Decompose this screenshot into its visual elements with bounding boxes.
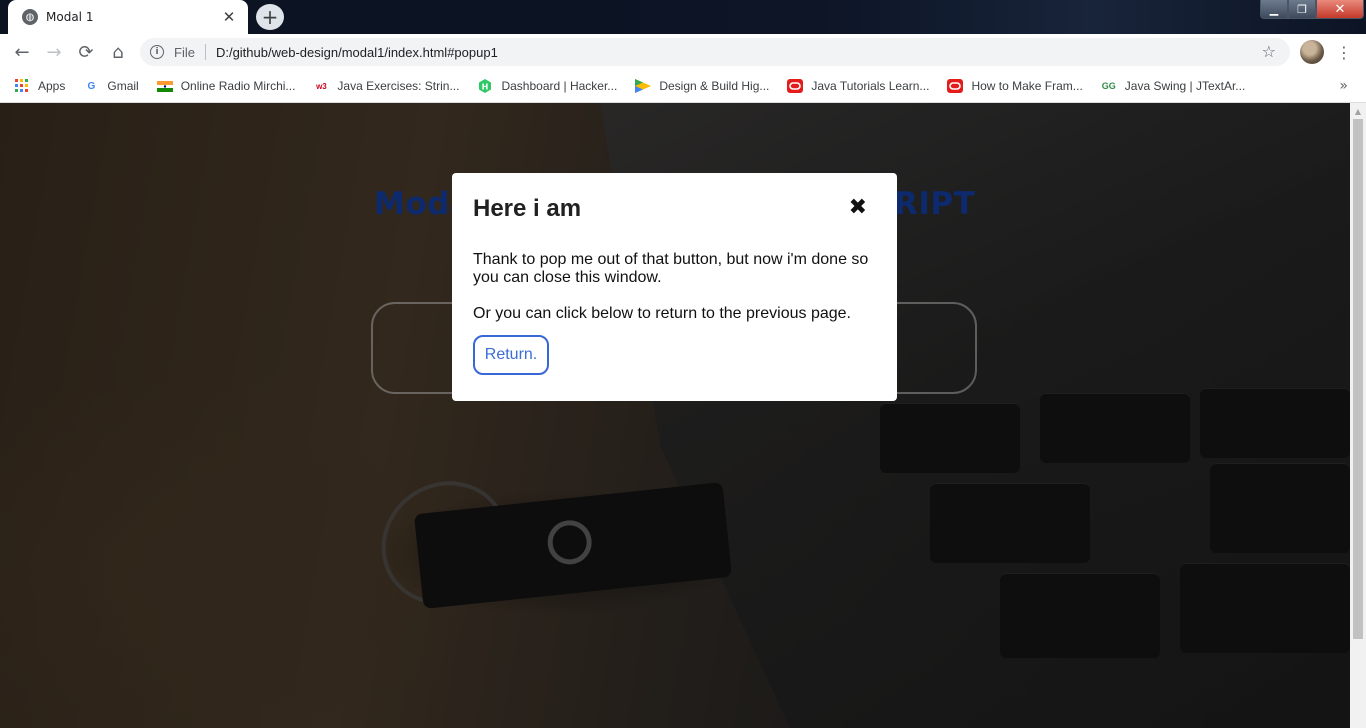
tab-title: Modal 1 xyxy=(46,10,94,24)
address-bar[interactable]: i File D:/github/web-design/modal1/index… xyxy=(140,38,1290,66)
bookmark-apps[interactable]: Apps xyxy=(14,79,65,93)
apps-grid-icon xyxy=(14,79,30,93)
minimize-window-button[interactable]: ▁ xyxy=(1260,0,1288,19)
w3resource-icon: w3 xyxy=(316,81,327,91)
bookmark-label: Dashboard | Hacker... xyxy=(501,79,618,93)
site-info-icon[interactable]: i xyxy=(150,45,164,59)
modal-title: Here i am xyxy=(473,195,582,222)
oracle-icon xyxy=(947,79,964,93)
browser-toolbar: ← → ⟳ ⌂ i File D:/github/web-design/moda… xyxy=(0,34,1366,70)
profile-avatar[interactable] xyxy=(1300,40,1324,64)
svg-text:H: H xyxy=(482,83,489,92)
bookmark-label: Apps xyxy=(38,79,66,93)
browser-title-bar: ◍ Modal 1 ✕ + ▁ ❐ ✕ xyxy=(0,0,1366,34)
close-window-button[interactable]: ✕ xyxy=(1316,0,1364,19)
bookmarks-overflow-icon[interactable]: » xyxy=(1339,78,1348,94)
google-g-icon: G xyxy=(87,80,96,92)
modal-paragraph: Or you can click below to return to the … xyxy=(473,305,851,322)
page-heading-right: RIPT xyxy=(894,186,976,222)
bookmark-label: Design & Build Hig... xyxy=(659,79,770,93)
page-scrollbar[interactable]: ▲ xyxy=(1350,103,1366,728)
bookmark-label: Online Radio Mirchi... xyxy=(180,79,296,93)
bookmark-gmail[interactable]: G Gmail xyxy=(83,79,138,93)
oracle-icon xyxy=(787,79,804,93)
address-divider xyxy=(204,44,206,60)
bookmark-label: How to Make Fram... xyxy=(971,79,1083,93)
modal-paragraph: Thank to pop me out of that button, but … xyxy=(473,251,869,286)
bookmark-java-swing[interactable]: GG Java Swing | JTextAr... xyxy=(1101,79,1246,93)
new-tab-button[interactable]: + xyxy=(256,4,284,30)
google-ads-icon xyxy=(635,79,652,93)
scrollbar-thumb[interactable] xyxy=(1353,119,1363,639)
tab-close-icon[interactable]: ✕ xyxy=(220,8,238,26)
bookmark-label: Java Swing | JTextAr... xyxy=(1124,79,1246,93)
back-arrow-icon[interactable]: ← xyxy=(10,40,34,64)
geeksforgeeks-icon: GG xyxy=(1101,81,1116,91)
home-icon[interactable]: ⌂ xyxy=(106,40,130,64)
scroll-up-arrow-icon[interactable]: ▲ xyxy=(1350,107,1366,117)
popup-modal: Here i am ✖ Thank to pop me out of that … xyxy=(452,173,897,401)
bookmark-java-exercises[interactable]: w3 Java Exercises: Strin... xyxy=(313,79,459,93)
bookmark-radio-mirchi[interactable]: Online Radio Mirchi... xyxy=(156,79,296,93)
browser-tab[interactable]: ◍ Modal 1 ✕ xyxy=(8,0,248,34)
url-text[interactable]: D:/github/web-design/modal1/index.html#p… xyxy=(216,45,498,60)
india-flag-icon xyxy=(156,79,173,93)
reload-icon[interactable]: ⟳ xyxy=(74,40,98,64)
hackerrank-icon: H xyxy=(477,79,493,93)
browser-menu-icon[interactable]: ⋮ xyxy=(1336,40,1352,64)
bookmark-java-tutorials[interactable]: Java Tutorials Learn... xyxy=(787,79,929,93)
bookmark-hackerrank[interactable]: H Dashboard | Hacker... xyxy=(477,79,617,93)
close-icon[interactable]: ✖ xyxy=(849,197,867,219)
bookmark-how-to-make-frame[interactable]: How to Make Fram... xyxy=(947,79,1083,93)
bookmark-star-icon[interactable]: ☆ xyxy=(1262,42,1276,61)
bookmark-design-build[interactable]: Design & Build Hig... xyxy=(635,79,769,93)
forward-arrow-icon[interactable]: → xyxy=(42,40,66,64)
return-link[interactable]: Return. xyxy=(473,335,549,375)
bookmark-label: Java Exercises: Strin... xyxy=(337,79,460,93)
bookmark-label: Java Tutorials Learn... xyxy=(811,79,930,93)
bookmark-label: Gmail xyxy=(107,79,139,93)
maximize-window-button[interactable]: ❐ xyxy=(1288,0,1316,19)
globe-icon: ◍ xyxy=(22,9,38,25)
bookmarks-bar: Apps G Gmail Online Radio Mirchi... w3 J… xyxy=(0,70,1366,103)
url-scheme-label: File xyxy=(174,44,195,60)
